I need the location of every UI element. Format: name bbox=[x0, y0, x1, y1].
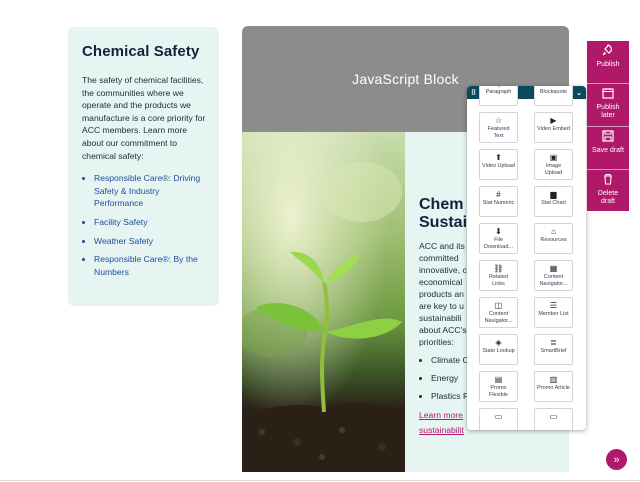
member-list-icon: ☰ bbox=[549, 301, 558, 310]
paragraph-icon: ¶ bbox=[480, 86, 517, 88]
content-navigator-2-icon: ◫ bbox=[494, 301, 503, 310]
link-weather-safety[interactable]: Weather Safety bbox=[94, 236, 153, 246]
element-tile[interactable]: ☆ Featured Text bbox=[479, 112, 518, 143]
element-tile-label: Paragraph bbox=[485, 89, 512, 95]
element-tile[interactable]: ⬇ File Download... bbox=[479, 223, 518, 254]
list-item: Facility Safety bbox=[94, 216, 207, 229]
element-tile-label: Video Upload bbox=[482, 163, 515, 169]
state-lookup-icon: ◈ bbox=[495, 338, 502, 347]
page-bottom-border bbox=[0, 480, 640, 481]
element-tile[interactable]: ▶ Video Embed bbox=[534, 112, 573, 143]
stat-chart-icon: ▆ bbox=[550, 190, 557, 199]
safety-links-list: Responsible Care®: Driving Safety & Indu… bbox=[82, 172, 207, 278]
resources-icon: ⌂ bbox=[551, 227, 556, 236]
content-navigator-icon: ▦ bbox=[549, 264, 558, 273]
publish-later-button[interactable]: Publish later bbox=[587, 84, 629, 126]
publish-button[interactable]: Publish bbox=[587, 41, 629, 83]
publish-later-label: Publish later bbox=[596, 104, 620, 119]
seedling-illustration bbox=[242, 132, 405, 472]
element-tile[interactable]: ▭ bbox=[479, 408, 518, 430]
element-tile[interactable]: ▣ Image Upload bbox=[534, 149, 573, 180]
element-tile-label: Resources bbox=[540, 237, 567, 243]
drag-handle-icon[interactable]: ⠿ bbox=[471, 89, 476, 97]
element-tile-label: Blockquote bbox=[539, 89, 568, 95]
element-tile-label: Promo Article bbox=[537, 385, 570, 391]
element-tile-label: Stat Chart bbox=[541, 200, 566, 206]
seedling-photo bbox=[242, 132, 405, 472]
action-sidebar: Publish Publish later Save draft Delete … bbox=[587, 41, 629, 211]
image-upload-icon: ▣ bbox=[549, 153, 558, 162]
delete-draft-button[interactable]: Delete draft bbox=[587, 170, 629, 212]
related-links-icon: ⛓ bbox=[493, 264, 504, 273]
element-tile[interactable]: ▆ Stat Chart bbox=[534, 186, 573, 217]
file-download-icon: ⬇ bbox=[495, 227, 502, 236]
element-tile[interactable]: ◈ State Lookup bbox=[479, 334, 518, 365]
element-tile-label: SmartBrief bbox=[540, 348, 567, 354]
double-chevron-right-icon: » bbox=[613, 453, 620, 466]
element-tile[interactable]: ▤ Promo Flexible bbox=[479, 371, 518, 402]
element-tile[interactable]: ▦ Content Navigator... bbox=[534, 260, 573, 291]
promo-article-icon: ▥ bbox=[549, 375, 558, 384]
element-tile[interactable]: ⬆ Video Upload bbox=[479, 149, 518, 180]
element-tile-label: Member List bbox=[538, 311, 569, 317]
element-tile[interactable]: # Stat Numeric bbox=[479, 186, 518, 217]
element-tile[interactable]: ¶Paragraph bbox=[479, 86, 518, 106]
element-tile-label: Image Upload bbox=[544, 163, 563, 176]
more-element-icon: ▭ bbox=[494, 412, 503, 421]
element-tile-label: Content Navigator... bbox=[484, 311, 513, 324]
javascript-block-label: JavaScript Block bbox=[352, 71, 459, 87]
link-responsible-care-numbers[interactable]: Responsible Care®: By the Numbers bbox=[94, 254, 198, 277]
chemical-safety-card: Chemical Safety The safety of chemical f… bbox=[68, 27, 219, 306]
publish-label: Publish bbox=[596, 61, 620, 68]
list-item: Weather Safety bbox=[94, 235, 207, 248]
save-draft-button[interactable]: Save draft bbox=[587, 127, 629, 169]
element-tile-label: Stat Numeric bbox=[482, 200, 515, 206]
list-item: Responsible Care®: Driving Safety & Indu… bbox=[94, 172, 207, 210]
element-tile-label: Related Links bbox=[489, 274, 508, 287]
element-tile[interactable]: ≣ SmartBrief bbox=[534, 334, 573, 365]
link-facility-safety[interactable]: Facility Safety bbox=[94, 217, 148, 227]
element-tile-label: Promo Flexible bbox=[489, 385, 508, 398]
expand-button[interactable]: » bbox=[606, 449, 627, 470]
element-tile[interactable]: ▭ bbox=[534, 408, 573, 430]
smartbrief-icon: ≣ bbox=[550, 338, 557, 347]
element-tile[interactable]: ❝Blockquote bbox=[534, 86, 573, 106]
card-body: The safety of chemical facilities, the c… bbox=[82, 75, 206, 161]
elements-panel: ⠿ Elements ⌄ ¶Paragraph❝Blockquote☆Featu… bbox=[467, 86, 586, 430]
calendar-icon bbox=[587, 87, 629, 102]
save-draft-label: Save draft bbox=[592, 147, 624, 154]
link-responsible-care-driving-safety[interactable]: Responsible Care®: Driving Safety & Indu… bbox=[94, 173, 200, 208]
element-tile-label: State Lookup bbox=[482, 348, 515, 354]
blockquote-icon: ❝ bbox=[535, 86, 572, 88]
chevron-down-icon[interactable]: ⌄ bbox=[576, 89, 582, 97]
card-title: Chemical Safety bbox=[82, 43, 200, 60]
rocket-icon bbox=[587, 44, 629, 59]
more-element-2-icon: ▭ bbox=[549, 412, 558, 421]
trash-icon bbox=[587, 173, 629, 188]
element-tile-label: Video Embed bbox=[537, 126, 570, 132]
element-tile-label: Featured Text bbox=[487, 126, 510, 139]
element-tile[interactable]: ◫ Content Navigator... bbox=[479, 297, 518, 328]
save-icon bbox=[587, 130, 629, 145]
element-tile[interactable]: ☰ Member List bbox=[534, 297, 573, 328]
element-tile[interactable]: ⌂ Resources bbox=[534, 223, 573, 254]
element-tile[interactable]: ▥ Promo Article bbox=[534, 371, 573, 402]
video-upload-icon: ⬆ bbox=[495, 153, 502, 162]
stat-numeric-icon: # bbox=[496, 190, 501, 199]
element-tile-label: Content Navigator... bbox=[539, 274, 568, 287]
featured-text-icon: ☆ bbox=[494, 116, 503, 125]
list-item: Responsible Care®: By the Numbers bbox=[94, 253, 207, 278]
promo-flexible-icon: ▤ bbox=[494, 375, 503, 384]
delete-draft-label: Delete draft bbox=[597, 190, 619, 205]
element-tile-label: File Download... bbox=[483, 237, 514, 250]
element-tile[interactable]: ⛓ Related Links bbox=[479, 260, 518, 291]
video-embed-icon: ▶ bbox=[550, 116, 557, 125]
